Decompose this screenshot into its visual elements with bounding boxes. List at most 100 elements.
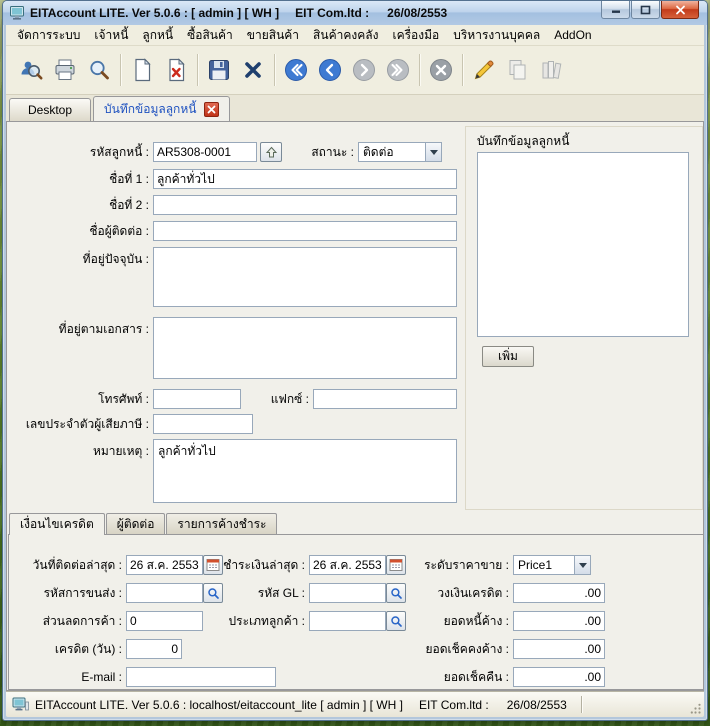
email-input[interactable] xyxy=(126,667,276,687)
calendar-icon xyxy=(389,559,403,571)
magnifier-icon xyxy=(90,60,109,80)
debtor-form-page: รหัสลูกหนี้ : สถานะ : ติดต่อ ชื่อที่ 1 :… xyxy=(6,121,704,691)
nav-previous-button[interactable] xyxy=(313,51,347,89)
delete-record-button[interactable] xyxy=(159,51,193,89)
save-button[interactable] xyxy=(202,51,236,89)
status-dropdown[interactable]: ติดต่อ xyxy=(358,142,442,162)
copy-record-button[interactable] xyxy=(501,51,535,89)
menu-item-debtors[interactable]: ลูกหนี้ xyxy=(135,24,180,47)
tax-id-label: เลขประจำตัวผู้เสียภาษี : xyxy=(25,417,149,431)
menu-item-inventory[interactable]: สินค้าคงคลัง xyxy=(306,24,385,47)
tab-close-icon[interactable] xyxy=(204,101,220,117)
last-contact-label: วันที่ติดต่อล่าสุด : xyxy=(32,558,122,572)
print-button[interactable] xyxy=(48,51,82,89)
window-title: EITAccount LITE. Ver 5.0.6 : [ admin ] [… xyxy=(30,6,448,20)
nav-previous-icon xyxy=(319,59,341,81)
customer-type-lookup-button[interactable] xyxy=(386,611,406,631)
contact-name-label: ชื่อผู้ติดต่อ : xyxy=(89,224,149,238)
toolbar-separator xyxy=(419,54,420,86)
document-address-input[interactable] xyxy=(153,317,457,379)
last-payment-date-input[interactable] xyxy=(309,555,386,575)
price-level-label: ระดับราคาขาย : xyxy=(424,558,509,572)
app-window: EITAccount LITE. Ver 5.0.6 : [ admin ] [… xyxy=(2,0,708,721)
menu-item-hr[interactable]: บริหารงานบุคคล xyxy=(446,24,547,47)
toolbar-separator xyxy=(274,54,275,86)
notes-panel-title: บันทึกข้อมูลลูกหนี้ xyxy=(477,134,570,148)
minimize-button[interactable] xyxy=(601,1,630,19)
tab-desktop[interactable]: Desktop xyxy=(9,98,92,121)
returned-cheque-input[interactable] xyxy=(513,667,605,687)
pending-cheque-input[interactable] xyxy=(513,639,605,659)
nav-last-button[interactable] xyxy=(381,51,415,89)
credit-days-input[interactable] xyxy=(126,639,182,659)
credit-limit-label: วงเงินเครดิต : xyxy=(437,586,509,600)
phone-input[interactable] xyxy=(153,389,241,409)
menu-bar: จัดการระบบ เจ้าหนี้ ลูกหนี้ ซื้อสินค้า ข… xyxy=(6,25,704,45)
tab-outstanding-items[interactable]: รายการค้างชำระ xyxy=(166,513,278,534)
pencil-icon xyxy=(474,60,494,80)
report-button[interactable] xyxy=(535,51,569,89)
document-address-label: ที่อยู่ตามเอกสาร : xyxy=(58,322,149,336)
pending-cheque-label: ยอดเช็คคงค้าง : xyxy=(425,642,509,656)
shipping-code-input[interactable] xyxy=(126,583,203,603)
customer-type-label: ประเภทลูกค้า : xyxy=(228,614,305,628)
title-bar[interactable]: EITAccount LITE. Ver 5.0.6 : [ admin ] [… xyxy=(3,1,707,25)
last-payment-calendar-button[interactable] xyxy=(386,555,406,575)
detail-tab-strip: เงื่อนไขเครดิต ผู้ติดต่อ รายการค้างชำระ xyxy=(9,513,278,535)
maximize-button[interactable] xyxy=(631,1,660,19)
add-note-button[interactable]: เพิ่ม xyxy=(482,346,534,367)
customer-type-input[interactable] xyxy=(309,611,386,631)
fax-label: แฟกซ์ : xyxy=(270,392,309,406)
preview-button[interactable] xyxy=(82,51,116,89)
status-text: EITAccount LITE. Ver 5.0.6 : localhost/e… xyxy=(35,697,567,712)
menu-item-purchasing[interactable]: ซื้อสินค้า xyxy=(180,24,240,47)
contact-name-input[interactable] xyxy=(153,221,457,241)
menu-item-addon[interactable]: AddOn xyxy=(547,26,598,44)
fax-input[interactable] xyxy=(313,389,457,409)
edit-button[interactable] xyxy=(467,51,501,89)
current-address-input[interactable] xyxy=(153,247,457,307)
last-contact-date-input[interactable] xyxy=(126,555,203,575)
nav-first-button[interactable] xyxy=(279,51,313,89)
tab-strip: Desktop บันทึกข้อมูลลูกหนี้ xyxy=(6,95,704,121)
credit-days-label: เครดิต (วัน) : xyxy=(54,642,122,656)
menu-item-tools[interactable]: เครื่องมือ xyxy=(385,24,446,47)
trade-discount-input[interactable] xyxy=(126,611,203,631)
find-customer-button[interactable] xyxy=(14,51,48,89)
remark-input[interactable]: ลูกค้าทั่วไป xyxy=(153,439,457,503)
name1-input[interactable] xyxy=(153,169,457,189)
desktop-wallpaper: EITAccount LITE. Ver 5.0.6 : [ admin ] [… xyxy=(0,0,710,726)
toolbar-separator xyxy=(462,54,463,86)
resize-grip[interactable] xyxy=(690,703,702,715)
tab-credit-terms[interactable]: เงื่อนไขเครดิต xyxy=(9,513,105,535)
nav-next-button[interactable] xyxy=(347,51,381,89)
tab-record-debtor[interactable]: บันทึกข้อมูลลูกหนี้ xyxy=(93,96,231,121)
cancel-button[interactable] xyxy=(424,51,458,89)
tax-id-input[interactable] xyxy=(153,414,253,434)
name2-input[interactable] xyxy=(153,195,457,215)
customer-code-input[interactable] xyxy=(153,142,257,162)
last-payment-label: ชำระเงินล่าสุด : xyxy=(223,558,305,572)
toolbar xyxy=(6,45,704,95)
app-icon xyxy=(9,5,25,21)
notes-listbox[interactable] xyxy=(477,152,689,337)
menu-item-creditors[interactable]: เจ้าหนี้ xyxy=(87,24,135,47)
menu-item-system[interactable]: จัดการระบบ xyxy=(10,24,87,47)
tab-contacts[interactable]: ผู้ติดต่อ xyxy=(105,513,166,534)
phone-label: โทรศัพท์ : xyxy=(98,392,149,406)
books-icon xyxy=(542,61,562,79)
email-label: E-mail : xyxy=(81,670,122,684)
gl-code-lookup-button[interactable] xyxy=(386,583,406,603)
nav-last-icon xyxy=(387,59,409,81)
gl-code-input[interactable] xyxy=(309,583,386,603)
credit-limit-input[interactable] xyxy=(513,583,605,603)
delete-document-icon xyxy=(169,58,185,82)
status-bar: EITAccount LITE. Ver 5.0.6 : localhost/e… xyxy=(6,691,704,717)
remark-label: หมายเหตุ : xyxy=(92,444,149,458)
new-record-button[interactable] xyxy=(125,51,159,89)
close-record-button[interactable] xyxy=(236,51,270,89)
close-button[interactable] xyxy=(661,1,699,19)
menu-item-sales[interactable]: ขายสินค้า xyxy=(240,24,306,47)
price-level-dropdown[interactable]: Price1 xyxy=(513,555,591,575)
outstanding-balance-input[interactable] xyxy=(513,611,605,631)
